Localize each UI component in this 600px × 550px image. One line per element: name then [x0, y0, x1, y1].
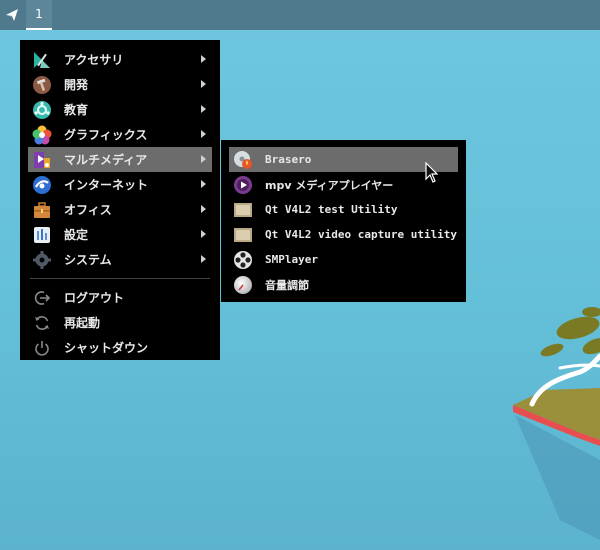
submenu-item-brasero[interactable]: Brasero — [229, 147, 458, 172]
submenu-arrow-icon — [201, 180, 206, 188]
menu-item-label: グラフィックス — [64, 128, 148, 142]
submenu-arrow-icon — [201, 80, 206, 88]
menu-item-label: アクセサリ — [64, 53, 124, 67]
office-icon — [32, 200, 52, 220]
paper-plane-icon — [6, 9, 18, 21]
workspace-button-1[interactable]: 1 — [26, 0, 52, 30]
menu-item-label: 開発 — [64, 78, 89, 92]
mouse-cursor-icon — [425, 162, 439, 183]
internet-icon — [32, 175, 52, 195]
logout-icon — [32, 288, 52, 308]
submenu-item-label: Qt V4L2 test Utility — [265, 203, 398, 216]
submenu-item-label: SMPlayer — [265, 253, 318, 266]
submenu-item-smplayer[interactable]: SMPlayer — [229, 247, 458, 272]
menu-item-settings[interactable]: 設定 — [28, 222, 212, 247]
menu-item-internet[interactable]: インターネット — [28, 172, 212, 197]
menu-item-graphics[interactable]: グラフィックス — [28, 122, 212, 147]
menu-item-label: 教育 — [64, 103, 89, 117]
menu-separator — [30, 278, 210, 279]
submenu-arrow-icon — [201, 230, 206, 238]
multimedia-icon — [32, 150, 52, 170]
menu-item-label: インターネット — [64, 178, 149, 192]
top-panel: 1 — [0, 0, 600, 30]
submenu-arrow-icon — [201, 105, 206, 113]
settings-icon — [32, 225, 52, 245]
submenu-item-label: 音量調節 — [265, 278, 309, 292]
menu-item-logout[interactable]: ログアウト — [28, 285, 212, 310]
system-icon — [32, 250, 52, 270]
submenu-item-label: Qt V4L2 video capture utility — [265, 228, 458, 241]
development-icon — [32, 75, 52, 95]
submenu-item-volume-control[interactable]: 音量調節 — [229, 272, 458, 297]
application-menu: アクセサリ 開発 教育 グラフィックス マルチメディア インターネット オフィス… — [20, 40, 220, 360]
submenu-arrow-icon — [201, 130, 206, 138]
menu-item-label: オフィス — [64, 203, 112, 217]
reboot-icon — [32, 313, 52, 333]
menu-item-label: シャットダウン — [64, 341, 149, 355]
menu-item-label: ログアウト — [64, 291, 125, 305]
menu-item-label: マルチメディア — [64, 153, 148, 167]
submenu-item-qvidcap[interactable]: Qt V4L2 video capture utility — [229, 222, 458, 247]
menu-item-reboot[interactable]: 再起動 — [28, 310, 212, 335]
submenu-item-qv4l2-test[interactable]: Qt V4L2 test Utility — [229, 197, 458, 222]
education-icon — [32, 100, 52, 120]
menu-item-education[interactable]: 教育 — [28, 97, 212, 122]
menu-item-development[interactable]: 開発 — [28, 72, 212, 97]
menu-item-label: システム — [64, 253, 112, 267]
brasero-icon — [233, 150, 253, 170]
submenu-item-mpv[interactable]: mpv メディアプレイヤー — [229, 172, 458, 197]
menu-item-system[interactable]: システム — [28, 247, 212, 272]
submenu-item-label: Brasero — [265, 153, 312, 166]
menu-item-office[interactable]: オフィス — [28, 197, 212, 222]
submenu-arrow-icon — [201, 155, 206, 163]
menu-item-accessories[interactable]: アクセサリ — [28, 47, 212, 72]
smplayer-icon — [233, 250, 253, 270]
qvidcap-icon — [233, 225, 253, 245]
menu-item-shutdown[interactable]: シャットダウン — [28, 335, 212, 360]
submenu-arrow-icon — [201, 255, 206, 263]
mpv-icon — [233, 175, 253, 195]
submenu-item-label: mpv メディアプレイヤー — [265, 178, 394, 192]
menu-item-multimedia[interactable]: マルチメディア — [28, 147, 212, 172]
volume-control-icon — [233, 275, 253, 295]
submenu-arrow-icon — [201, 205, 206, 213]
graphics-icon — [32, 125, 52, 145]
menu-item-label: 再起動 — [64, 316, 101, 330]
submenu-arrow-icon — [201, 55, 206, 63]
accessories-icon — [32, 50, 52, 70]
menu-launcher-button[interactable] — [0, 0, 24, 30]
menu-item-label: 設定 — [64, 228, 89, 242]
qv4l2-icon — [233, 200, 253, 220]
power-icon — [32, 338, 52, 358]
